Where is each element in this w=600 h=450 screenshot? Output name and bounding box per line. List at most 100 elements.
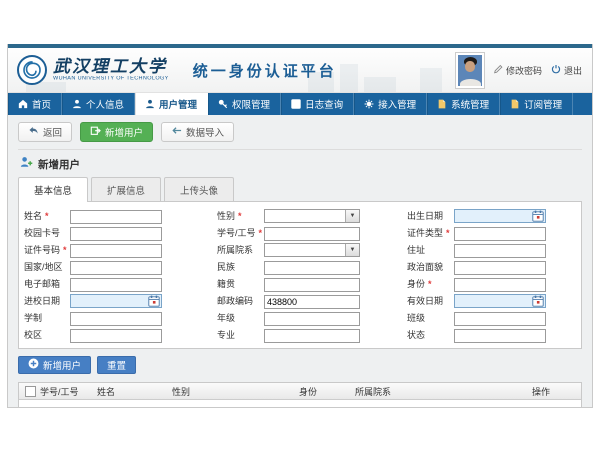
schooling-length-input[interactable] [70,312,162,326]
field-label-ethnicity: 民族 [217,260,264,273]
field-label-campus: 校区 [24,328,70,341]
entry-date-date-input[interactable] [70,294,162,308]
chevron-down-icon[interactable]: ▼ [345,244,359,256]
nav-tab-label: 用户管理 [159,97,197,111]
calendar-icon[interactable] [148,295,160,307]
export-box-icon [90,125,101,139]
id-type-input[interactable] [454,227,546,241]
nav-tab-0[interactable]: 首页 [8,93,62,115]
building-watermark [340,64,358,92]
column-header-2: 性别 [172,385,299,398]
toolbar: 返回 新增用户 数据导入 [18,122,582,150]
email-input[interactable] [70,278,162,292]
logout-label: 退出 [564,64,582,77]
data-import-button[interactable]: 数据导入 [161,122,234,142]
field-label-address: 住址 [407,243,454,256]
select-all-checkbox[interactable] [25,386,36,397]
building-watermark [364,77,396,92]
class-input[interactable] [454,312,546,326]
header: 武汉理工大学 WUHAN UNIVERSITY OF TECHNOLOGY 统一… [8,48,592,93]
app-window: 武汉理工大学 WUHAN UNIVERSITY OF TECHNOLOGY 统一… [7,44,593,408]
field-label-postal-code: 邮政编码 [217,294,264,307]
major-input[interactable] [264,329,360,343]
column-header-3: 身份 [299,385,355,398]
name-input[interactable] [70,210,162,224]
field-label-department: 所属院系 [217,243,264,256]
tab-0[interactable]: 基本信息 [18,177,88,202]
nav-tab-label: 首页 [32,97,51,111]
valid-date-date-input[interactable] [454,294,546,308]
back-arrow-icon [28,125,39,139]
field-label-id-number: 证件号码* [24,243,70,256]
form-actions: 新增用户 重置 [18,356,582,374]
postal-code-input[interactable] [264,295,360,309]
nav-tab-1[interactable]: 个人信息 [62,93,135,115]
nav-tab-label: 日志查询 [305,97,343,111]
gender-select[interactable]: ▼ [264,209,360,223]
person-icon [72,99,82,109]
nav-tab-2[interactable]: 用户管理 [135,93,208,115]
university-name: 武汉理工大学 [53,58,179,76]
id-number-input[interactable] [70,244,162,258]
required-asterisk: * [428,279,432,289]
required-asterisk: * [45,211,49,221]
submit-label: 新增用户 [43,358,81,372]
address-input[interactable] [454,244,546,258]
tab-2[interactable]: 上传头像 [164,177,234,201]
campus-input[interactable] [70,329,162,343]
native-place-input[interactable] [264,278,360,292]
tab-1[interactable]: 扩展信息 [91,177,161,201]
campus-card-input[interactable] [70,227,162,241]
pencil-icon [493,64,503,76]
field-label-email: 电子邮箱 [24,277,70,290]
data-import-label: 数据导入 [186,125,224,139]
nav-tab-6[interactable]: 系统管理 [427,93,500,115]
department-select[interactable]: ▼ [264,243,360,257]
change-password-link[interactable]: 修改密码 [493,64,542,77]
section-title: 新增用户 [38,157,80,172]
logout-link[interactable]: 退出 [551,64,582,77]
user-plus-icon [20,156,33,172]
reset-button[interactable]: 重置 [97,356,136,374]
grade-input[interactable] [264,312,360,326]
submit-add-user-button[interactable]: 新增用户 [18,356,91,374]
avatar-face [465,61,475,72]
nav-tab-4[interactable]: 日志查询 [281,93,354,115]
key-icon [218,99,228,109]
doc-icon [437,99,447,109]
back-button[interactable]: 返回 [18,122,72,142]
ethnicity-input[interactable] [264,261,360,275]
status-input[interactable] [454,329,546,343]
country-region-input[interactable] [70,261,162,275]
content-area: 返回 新增用户 数据导入 新增用户 基本信息扩展信息上传头像 姓名*性别*▼出生… [8,115,592,408]
user-avatar[interactable] [456,53,484,88]
results-table: 学号/工号姓名性别身份所属院系操作 [18,382,582,408]
column-header-0: 学号/工号 [40,385,97,398]
back-label: 返回 [43,125,62,139]
add-user-toolbar-button[interactable]: 新增用户 [80,122,153,142]
reset-label: 重置 [107,358,126,372]
nav-tab-7[interactable]: 订阅管理 [500,93,573,115]
calendar-icon[interactable] [532,210,544,222]
political-status-input[interactable] [454,261,546,275]
nav-tab-label: 接入管理 [378,97,416,111]
nav-tab-3[interactable]: 权限管理 [208,93,281,115]
calendar-icon[interactable] [532,295,544,307]
field-label-country-region: 国家/地区 [24,260,70,273]
required-asterisk: * [63,245,67,255]
change-password-label: 修改密码 [506,64,542,77]
building-watermark [420,68,442,92]
column-header-4: 所属院系 [355,385,532,398]
platform-title: 统一身份认证平台 [193,60,337,81]
university-name-en: WUHAN UNIVERSITY OF TECHNOLOGY [53,76,169,82]
field-label-major: 专业 [217,328,264,341]
student-id-input[interactable] [264,227,360,241]
doc-icon [510,99,520,109]
nav-tab-5[interactable]: 接入管理 [354,93,427,115]
identity-input[interactable] [454,278,546,292]
plus-circle-icon [28,358,39,372]
chevron-down-icon[interactable]: ▼ [345,210,359,222]
university-logo-icon [17,55,47,85]
birth-date-date-input[interactable] [454,209,546,223]
field-label-id-type: 证件类型* [407,226,454,239]
